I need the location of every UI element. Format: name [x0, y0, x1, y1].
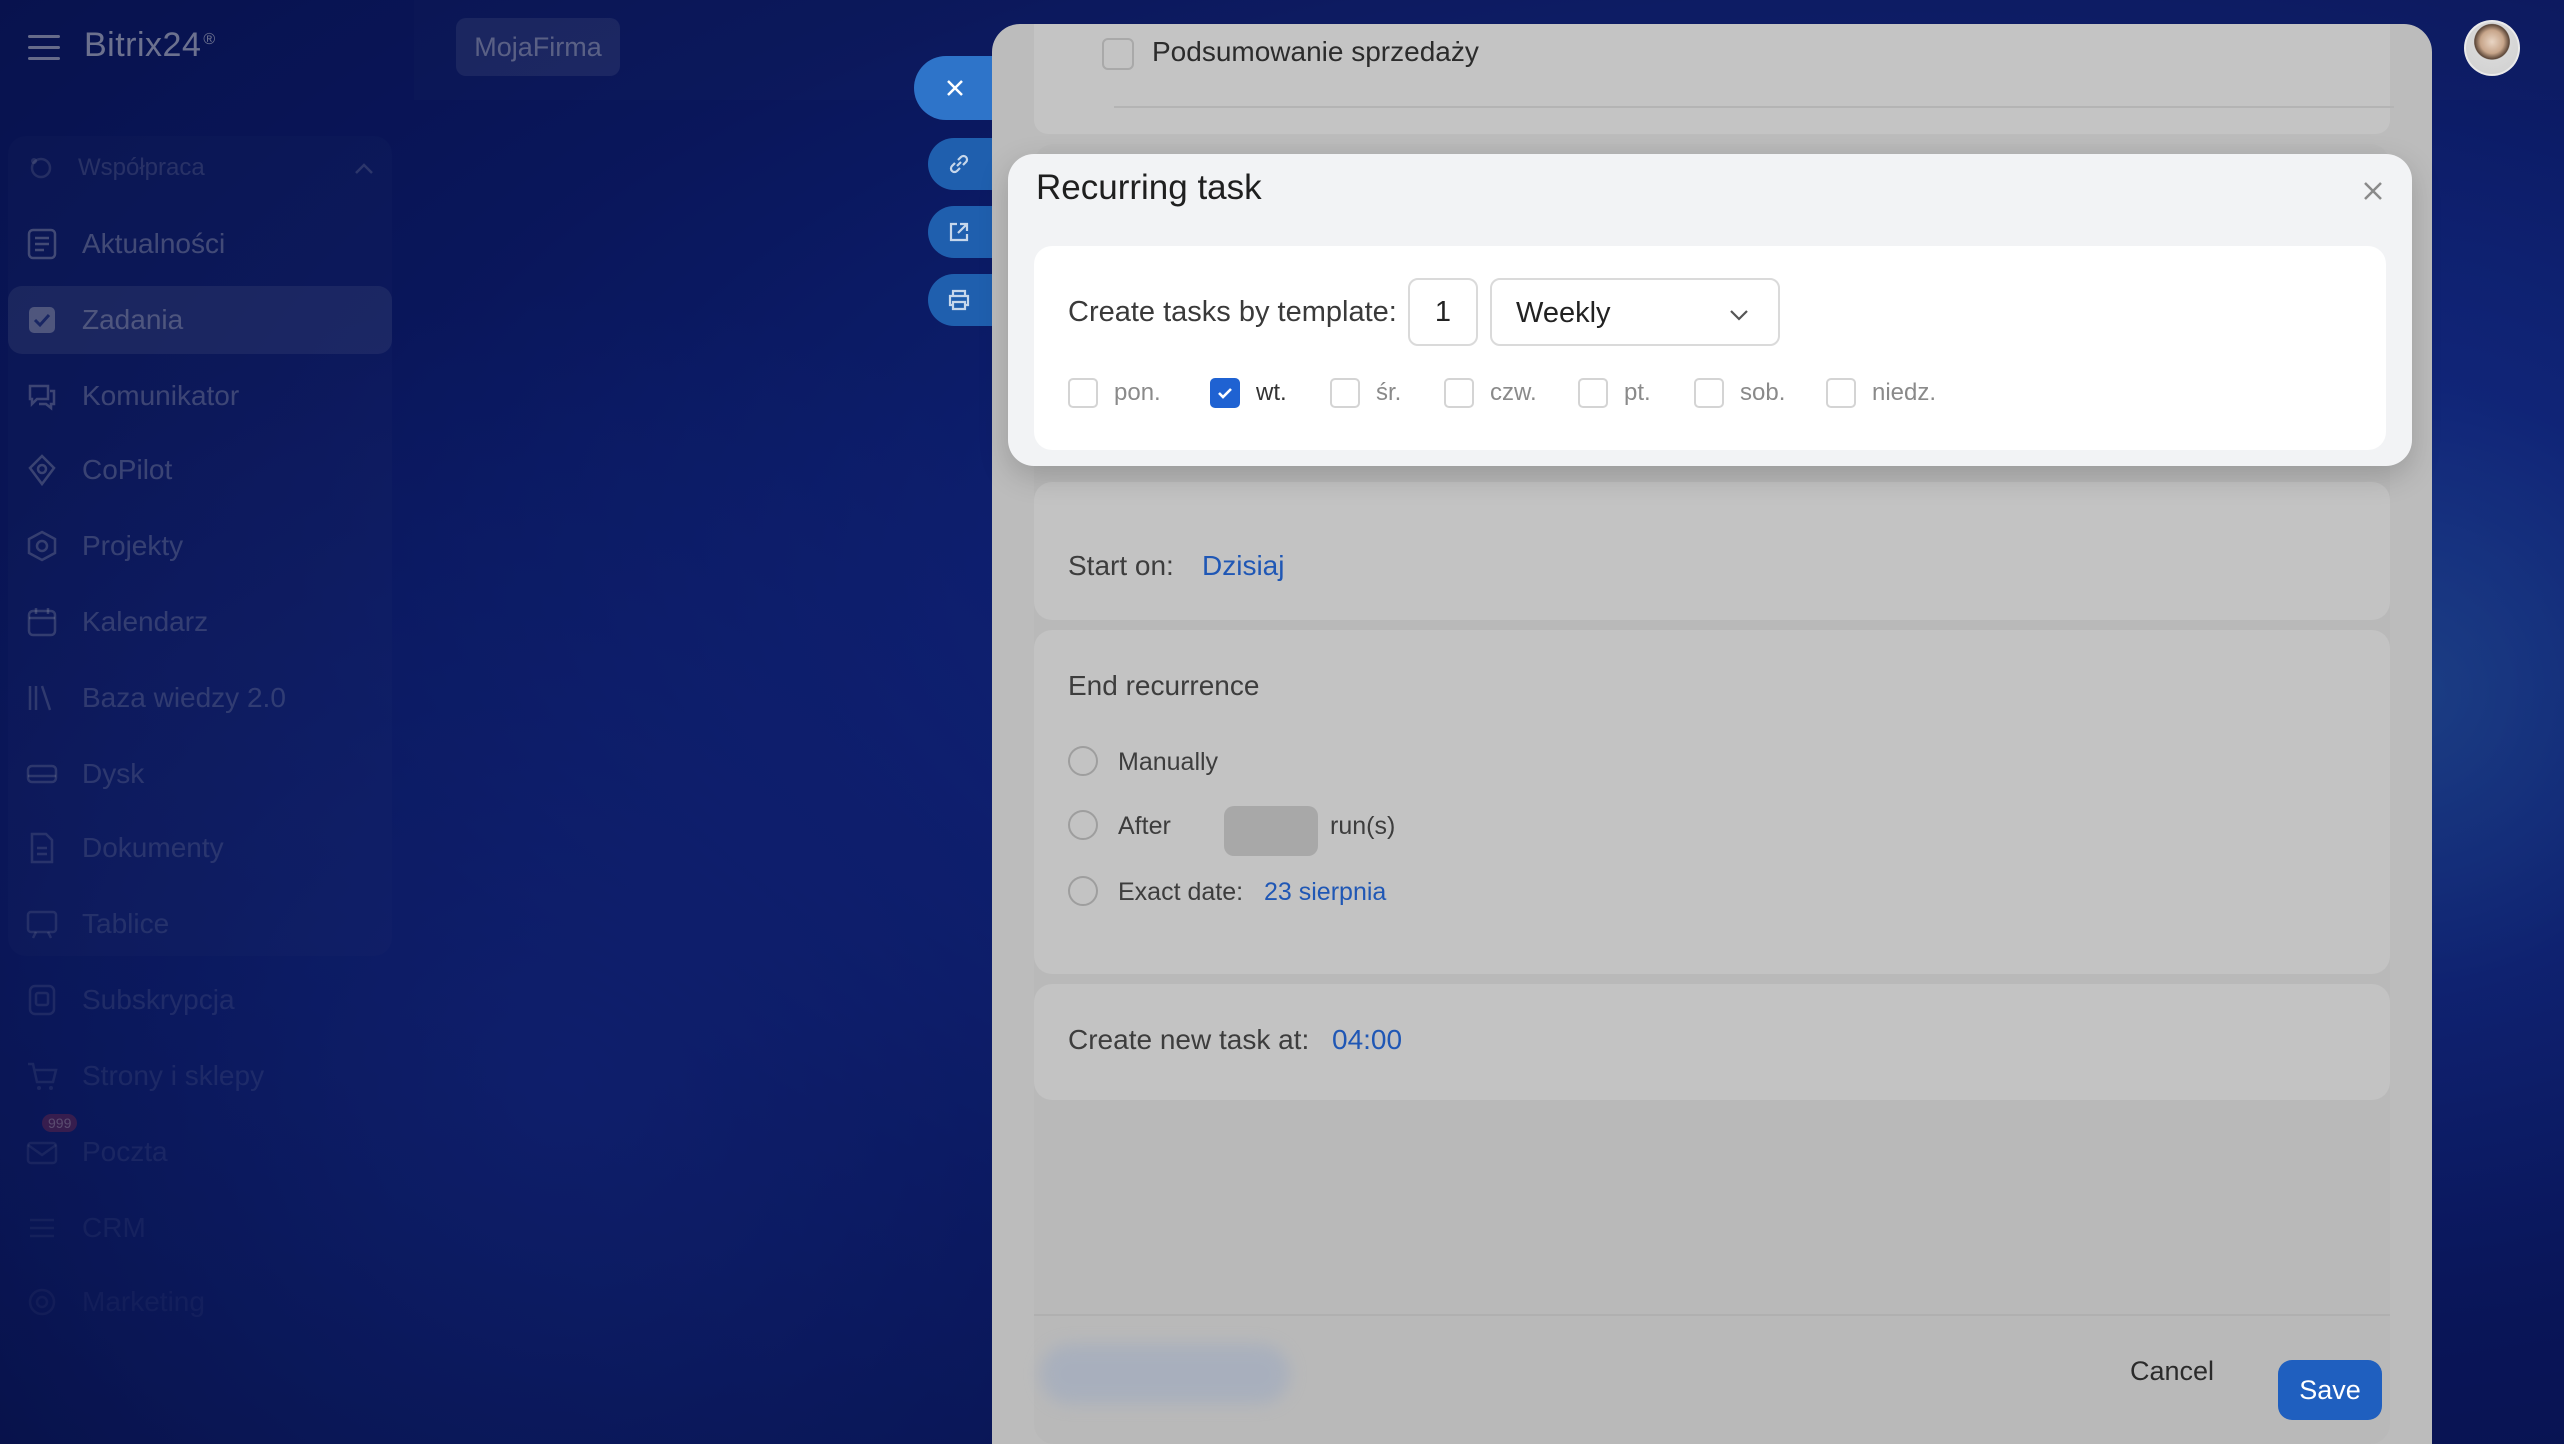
day-checkbox-sob[interactable]: sob. [1694, 376, 1785, 410]
checkbox[interactable] [1694, 378, 1724, 408]
checkbox[interactable] [1578, 378, 1608, 408]
checkbox-checked[interactable] [1210, 378, 1240, 408]
checkbox[interactable] [1068, 378, 1098, 408]
avatar[interactable] [2464, 20, 2520, 76]
day-label: wt. [1256, 379, 1287, 406]
day-checkbox-wt[interactable]: wt. [1210, 376, 1287, 410]
frequency-select[interactable]: Weekly [1490, 278, 1780, 346]
day-label: śr. [1376, 379, 1402, 406]
save-button[interactable]: Save [2278, 1360, 2382, 1420]
day-label: niedz. [1872, 379, 1937, 406]
checkmark-icon [1218, 388, 1232, 399]
exact-date-label: Exact date: [1118, 878, 1244, 906]
checkbox[interactable] [1826, 378, 1856, 408]
exact-date-link[interactable]: 23 sierpnia [1264, 878, 1386, 907]
link-icon [949, 154, 969, 174]
create-time-card: Create new task at: 04:00 [1034, 984, 2390, 1100]
recurring-task-modal: Recurring task Create tasks by template:… [1008, 154, 2412, 466]
day-label: pt. [1624, 379, 1651, 406]
template-label: Create tasks by template: [1068, 296, 1397, 328]
interval-input[interactable]: 1 [1408, 278, 1478, 346]
start-on-link[interactable]: Dzisiaj [1202, 550, 1284, 582]
footer-divider [1034, 1314, 2390, 1316]
checkbox[interactable] [1444, 378, 1474, 408]
task-section: Podsumowanie sprzedaży [1034, 24, 2394, 134]
runs-count-input[interactable] [1224, 806, 1318, 856]
divider [1114, 106, 2394, 108]
modal-title: Recurring task [1036, 168, 1262, 207]
day-label: pon. [1114, 379, 1161, 406]
external-link-icon [949, 222, 969, 242]
day-checkbox-pt[interactable]: pt. [1578, 376, 1651, 410]
radio-exact-date[interactable] [1068, 876, 1098, 906]
day-checkbox-pon[interactable]: pon. [1068, 376, 1161, 410]
print-icon [948, 289, 970, 311]
runs-suffix-label: run(s) [1330, 812, 1396, 840]
day-checkbox-sr[interactable]: śr. [1330, 376, 1401, 410]
checkbox[interactable] [1330, 378, 1360, 408]
day-label: czw. [1490, 379, 1537, 406]
day-label: sob. [1740, 379, 1786, 406]
radio-after[interactable] [1068, 810, 1098, 840]
frequency-value: Weekly [1516, 297, 1611, 329]
day-checkbox-niedz[interactable]: niedz. [1826, 376, 1936, 410]
radio-manually[interactable] [1068, 746, 1098, 776]
chevron-down-icon [1730, 310, 1748, 321]
day-checkbox-czw[interactable]: czw. [1444, 376, 1537, 410]
create-time-link[interactable]: 04:00 [1332, 1024, 1402, 1056]
end-recurrence-card: End recurrence Manually After run(s) Exa… [1034, 630, 2390, 974]
end-recurrence-title: End recurrence [1068, 670, 1260, 701]
cancel-button[interactable]: Cancel [2130, 1356, 2214, 1387]
close-icon[interactable] [2356, 174, 2390, 208]
start-on-card: Start on: Dzisiaj [1034, 482, 2390, 620]
close-slider-button[interactable] [914, 56, 1004, 120]
create-new-label: Create new task at: [1068, 1024, 1310, 1055]
template-section: Create tasks by template: 1 Weekly pon. … [1034, 246, 2386, 450]
manually-label: Manually [1118, 748, 1219, 776]
close-icon [947, 80, 963, 96]
start-on-label: Start on: [1068, 550, 1174, 581]
summary-checkbox[interactable] [1102, 38, 1134, 70]
summary-label: Podsumowanie sprzedaży [1152, 36, 1479, 67]
after-label: After [1118, 812, 1171, 840]
blurred-button [1040, 1344, 1290, 1404]
